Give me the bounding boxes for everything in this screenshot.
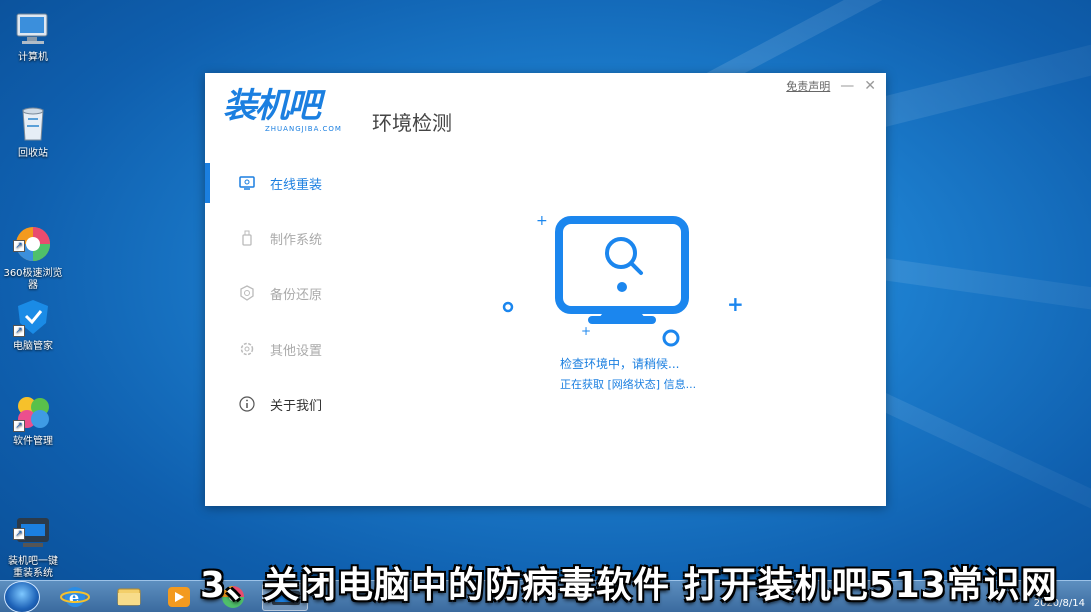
nav-label: 制作系统 [270, 232, 323, 248]
minimize-button[interactable]: — [840, 79, 854, 93]
taskbar-media-player[interactable] [156, 583, 202, 611]
monitor-icon [238, 174, 256, 192]
video-caption: 3、关闭电脑中的防病毒软件 打开装机吧513常识网 [200, 565, 1058, 606]
nav-label: 其他设置 [270, 343, 323, 359]
disclaimer-link[interactable]: 免责声明 [786, 78, 830, 94]
backup-icon [238, 284, 256, 302]
window-controls: 免责声明 — ✕ [786, 78, 876, 94]
browser-360-icon: ↗ [13, 212, 53, 261]
explorer-icon [117, 588, 141, 606]
info-icon [238, 395, 256, 413]
pc-manager-icon: ↗ [13, 297, 53, 337]
logo-subtext: ZHUANGJIBA.COM [265, 125, 342, 133]
zhuangjiba-icon: ↗ [13, 500, 53, 547]
status-sub-text: 正在获取 [网络状态] 信息... [560, 378, 697, 391]
gear-icon [238, 340, 256, 358]
usb-icon [238, 229, 256, 247]
shortcut-arrow-icon: ↗ [13, 528, 25, 540]
close-button[interactable]: ✕ [864, 79, 876, 93]
shortcut-arrow-icon: ↗ [13, 240, 25, 252]
desktop-icon-label: 360极速浏览 器 [3, 268, 63, 291]
desktop-icon-label: 计算机 [18, 52, 48, 63]
recycle-bin-icon [13, 104, 53, 144]
media-player-icon [168, 587, 190, 607]
nav-item-other-settings[interactable]: 其他设置 [205, 329, 375, 369]
software-manager-icon: ↗ [13, 392, 53, 432]
taskbar-explorer[interactable] [106, 583, 152, 611]
app-logo: 装机吧 ZHUANGJIBA.COM [223, 87, 349, 137]
taskbar-ie[interactable]: e [52, 583, 98, 611]
desktop-icon-software-manager[interactable]: ↗ 软件管理 [2, 392, 64, 448]
page-title: 环境检测 [372, 111, 452, 135]
ie-icon: e [60, 587, 90, 607]
desktop-icon-recycle-bin[interactable]: 回收站 [2, 104, 64, 160]
deco-circle [502, 301, 514, 313]
nav-item-about-us[interactable]: 关于我们 [205, 384, 375, 424]
desktop-icon-label: 装机吧一键 重装系统 [8, 556, 58, 579]
start-button[interactable] [4, 581, 40, 612]
shortcut-arrow-icon: ↗ [13, 420, 25, 432]
desktop-icon-360-browser[interactable]: ↗ 360极速浏览 器 [2, 200, 64, 304]
desktop-icon-label: 软件管理 [13, 436, 53, 447]
shortcut-arrow-icon: ↗ [13, 325, 25, 337]
status-main-text: 检查环境中，请稍候... [560, 357, 680, 371]
deco-plus: + [581, 324, 591, 338]
monitor-dot [617, 282, 627, 292]
monitor-base [588, 316, 656, 324]
desktop-icon-zhuangjiba[interactable]: ↗ 装机吧一键 重装系统 [2, 488, 64, 592]
nav-label: 关于我们 [270, 398, 323, 414]
nav-label: 备份还原 [270, 287, 323, 303]
desktop-icon-label: 回收站 [18, 148, 48, 159]
computer-icon [13, 8, 53, 48]
svg-text:e: e [69, 588, 79, 607]
deco-plus: + [727, 292, 744, 316]
nav-label: 在线重装 [270, 177, 323, 193]
deco-plus: + [536, 213, 548, 229]
desktop-icon-computer[interactable]: 计算机 [2, 8, 64, 64]
nav-item-backup-restore[interactable]: 备份还原 [205, 273, 375, 313]
desktop-icon-pc-manager[interactable]: ↗ 电脑管家 [2, 297, 64, 353]
nav-item-online-reinstall[interactable]: 在线重装 [205, 163, 375, 203]
deco-circle [662, 329, 680, 347]
app-window: 装机吧 ZHUANGJIBA.COM 环境检测 免责声明 — ✕ 在线重装 制作… [205, 73, 886, 506]
logo-text: 装机吧 [223, 86, 321, 126]
desktop-icon-label: 电脑管家 [13, 341, 53, 352]
nav-item-make-system[interactable]: 制作系统 [205, 218, 375, 258]
